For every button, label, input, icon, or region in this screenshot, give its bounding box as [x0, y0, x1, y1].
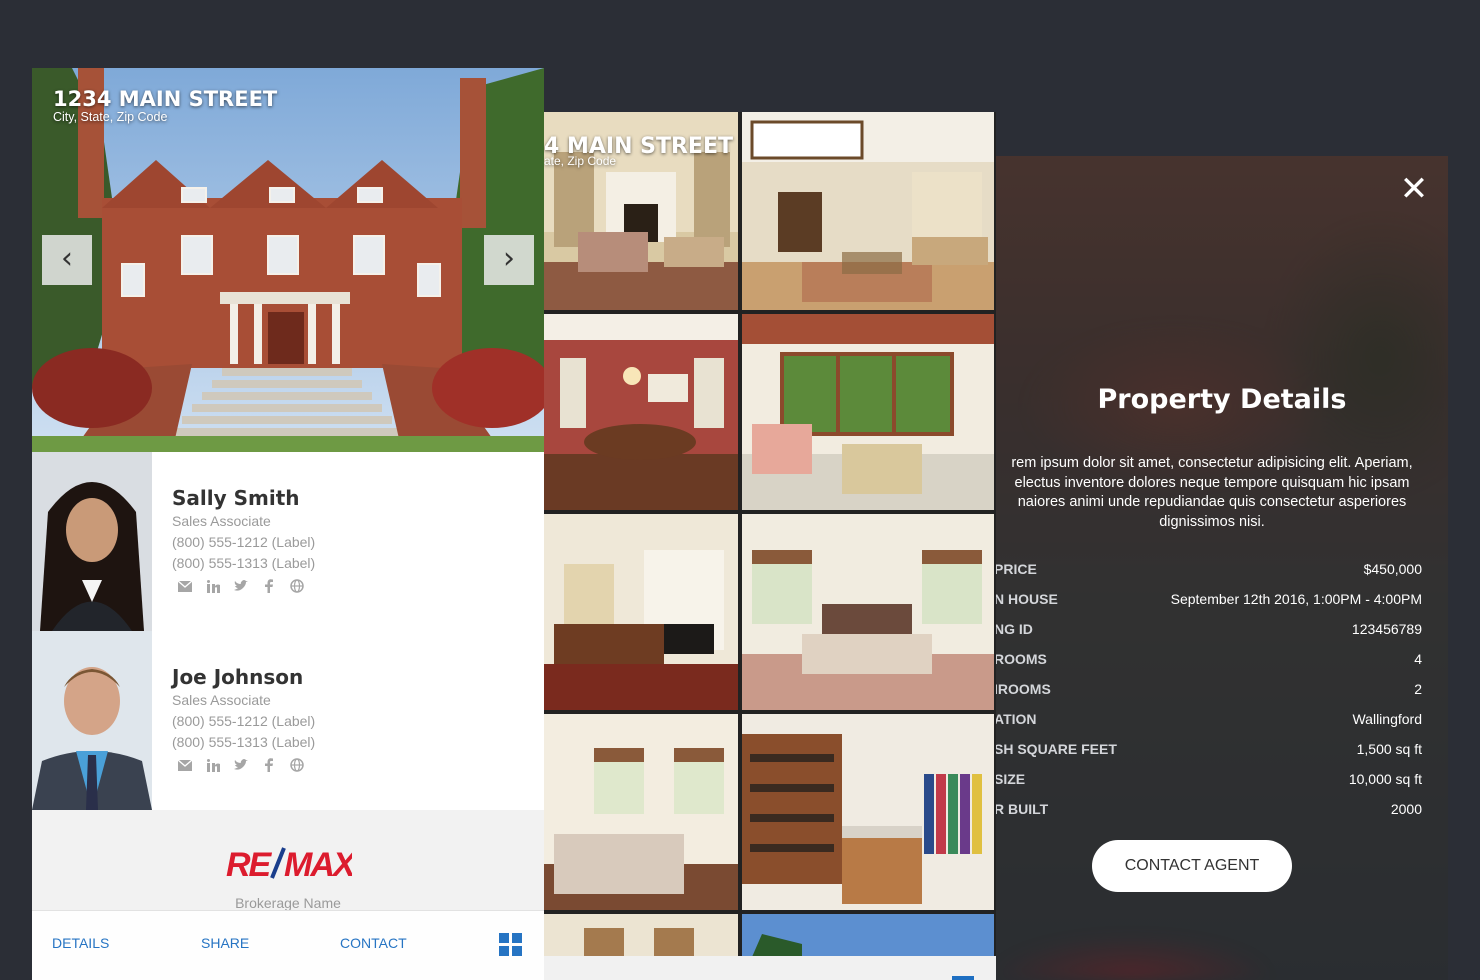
house-exterior-image — [32, 68, 544, 452]
gallery-photo-sunroom[interactable] — [742, 314, 994, 510]
nav-details[interactable]: DETAILS — [52, 935, 109, 951]
brokerage-name: Brokerage Name — [235, 895, 341, 911]
contact-agent-button[interactable]: CONTACT AGENT — [1092, 840, 1292, 892]
facebook-icon[interactable] — [260, 756, 278, 774]
close-icon[interactable]: ✕ — [1398, 172, 1430, 206]
agent-social-links — [176, 756, 306, 774]
hero-photo: 1234 MAIN STREET City, State, Zip Code ‹… — [32, 68, 544, 452]
agent-card: Joe Johnson Sales Associate (800) 555-12… — [32, 631, 544, 810]
agent-title: Sales Associate — [172, 513, 271, 529]
listing-card: 1234 MAIN STREET City, State, Zip Code ‹… — [32, 68, 544, 980]
gallery-subtitle: ate, Zip Code — [544, 154, 617, 168]
globe-icon[interactable] — [288, 756, 306, 774]
linkedin-icon[interactable] — [204, 756, 222, 774]
gallery-photo-living-room[interactable]: 4 MAIN STREET ate, Zip Code — [544, 112, 738, 310]
bottom-nav: DETAILS SHARE CONTACT — [32, 910, 544, 980]
agent-card: Sally Smith Sales Associate (800) 555-12… — [32, 452, 544, 631]
remax-logo: RE MAX — [226, 846, 360, 885]
gallery-photo-family-room[interactable] — [742, 112, 994, 310]
agent-name: Joe Johnson — [172, 665, 304, 689]
master-bedroom-image — [544, 714, 738, 910]
agent-name: Sally Smith — [172, 486, 300, 510]
property-details-panel: ✕ Property Details rem ipsum dolor sit a… — [996, 156, 1448, 980]
listing-address: 1234 MAIN STREET — [53, 87, 278, 111]
details-description: rem ipsum dolor sit amet, consectetur ad… — [1011, 455, 1413, 530]
globe-icon[interactable] — [288, 577, 306, 595]
detail-row-location: ATION Wallingford — [996, 711, 1422, 727]
svg-text:RE: RE — [226, 846, 273, 880]
detail-row-price: PRICE $450,000 — [996, 561, 1422, 577]
agent-photo-sally — [32, 452, 152, 631]
detail-row-open-house: N HOUSE September 12th 2016, 1:00PM - 4:0… — [996, 591, 1422, 607]
agent-photo-joe — [32, 631, 152, 810]
avatar — [32, 452, 152, 631]
bedroom-image — [742, 514, 994, 710]
facebook-icon[interactable] — [260, 577, 278, 595]
parlor-image — [544, 514, 738, 710]
closet-image — [742, 714, 994, 910]
nav-share[interactable]: SHARE — [201, 935, 249, 951]
gallery-photo-closet[interactable] — [742, 714, 994, 910]
gallery-photo-bedroom[interactable] — [742, 514, 994, 710]
linkedin-icon[interactable] — [204, 577, 222, 595]
gallery-photo-parlor[interactable] — [544, 514, 738, 710]
gallery-bottom-bar — [544, 956, 996, 980]
agent-title: Sales Associate — [172, 692, 271, 708]
detail-row-bedrooms: ROOMS 4 — [996, 651, 1422, 667]
email-icon[interactable] — [176, 756, 194, 774]
detail-row-square-feet: SH SQUARE FEET 1,500 sq ft — [996, 741, 1422, 757]
dining-room-image — [544, 314, 738, 510]
remax-logo-image: RE MAX — [226, 846, 360, 884]
twitter-icon[interactable] — [232, 577, 250, 595]
detail-row-lot-size: SIZE 10,000 sq ft — [996, 771, 1422, 787]
chevron-left-icon[interactable]: ‹ — [42, 235, 92, 285]
email-icon[interactable] — [176, 577, 194, 595]
agent-social-links — [176, 577, 306, 595]
twitter-icon[interactable] — [232, 756, 250, 774]
agent-phone-2[interactable]: (800) 555-1313 (Label) — [172, 555, 315, 571]
agent-phone-2[interactable]: (800) 555-1313 (Label) — [172, 734, 315, 750]
detail-row-listing-id: NG ID 123456789 — [996, 621, 1422, 637]
family-room-image — [742, 112, 994, 310]
nav-contact[interactable]: CONTACT — [340, 935, 407, 951]
chevron-right-icon[interactable]: › — [484, 235, 534, 285]
gallery-photo-master-bedroom[interactable] — [544, 714, 738, 910]
gallery-photo-dining-room[interactable] — [544, 314, 738, 510]
details-title: Property Details — [1097, 384, 1347, 415]
sunroom-image — [742, 314, 994, 510]
listing-city: City, State, Zip Code — [53, 110, 168, 124]
avatar — [32, 631, 152, 810]
agent-phone-1[interactable]: (800) 555-1212 (Label) — [172, 534, 315, 550]
photo-gallery-panel: 4 MAIN STREET ate, Zip Code — [544, 112, 996, 980]
svg-text:MAX: MAX — [284, 846, 352, 880]
agent-phone-1[interactable]: (800) 555-1212 (Label) — [172, 713, 315, 729]
details-table: PRICE $450,000 N HOUSE September 12th 2016… — [996, 554, 1422, 824]
grid-icon[interactable] — [499, 933, 523, 957]
detail-row-year-built: R BUILT 2000 — [996, 801, 1422, 817]
detail-row-bathrooms: IROOMS 2 — [996, 681, 1422, 697]
